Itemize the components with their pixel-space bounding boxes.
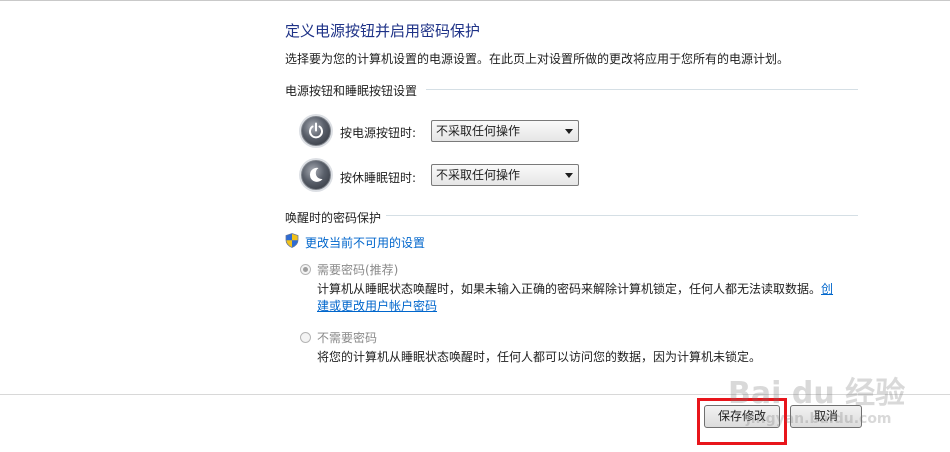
power-section-heading: 电源按钮和睡眠按钮设置 [285,84,418,98]
create-password-link[interactable]: 建或更改用户帐户密码 [317,297,437,314]
sleep-icon [301,160,331,190]
sleep-button-label: 按休睡眠钮时: [340,171,417,185]
baidu-watermark-logo: Bai du 经验 [728,376,906,411]
no-password-label: 不需要密码 [317,331,378,345]
require-password-label: 需要密码(推荐) [317,263,399,277]
page-description: 选择要为您的计算机设置的电源设置。在此页上对设置所做的更改将应用于您所有的电源计… [285,52,790,66]
power-button-label: 按电源按钮时: [340,126,417,140]
power-button-action-value: 不采取任何操作 [436,124,521,138]
no-password-radio[interactable] [300,332,311,343]
change-unavailable-settings-link[interactable]: 更改当前不可用的设置 [305,234,425,251]
sleep-button-action-select[interactable]: 不采取任何操作 [431,164,579,186]
page-title: 定义电源按钮并启用密码保护 [285,22,481,40]
power-button-action-select[interactable]: 不采取任何操作 [431,120,579,142]
top-divider [0,0,950,1]
uac-shield-icon [285,233,299,248]
require-password-description: 计算机从睡眠状态唤醒时，如果未输入正确的密码来解除计算机锁定，任何人都无法读取数… [317,280,833,297]
section-divider [386,215,858,216]
chevron-down-icon [565,173,573,178]
require-password-description-text: 计算机从睡眠状态唤醒时，如果未输入正确的密码来解除计算机锁定，任何人都无法读取数… [317,282,822,296]
power-icon [301,116,331,146]
radio-selected-dot [303,267,308,272]
baidu-watermark-url: jingyan.baidu.com [746,411,892,427]
require-password-radio[interactable] [300,264,311,275]
chevron-down-icon [565,129,573,134]
no-password-description: 将您的计算机从睡眠状态唤醒时，任何人都可以访问您的数据，因为计算机未锁定。 [317,350,762,364]
password-section-heading: 唤醒时的密码保护 [285,211,382,225]
section-divider [426,89,858,90]
sleep-button-action-value: 不采取任何操作 [436,168,521,182]
create-password-link[interactable]: 创 [821,282,833,296]
